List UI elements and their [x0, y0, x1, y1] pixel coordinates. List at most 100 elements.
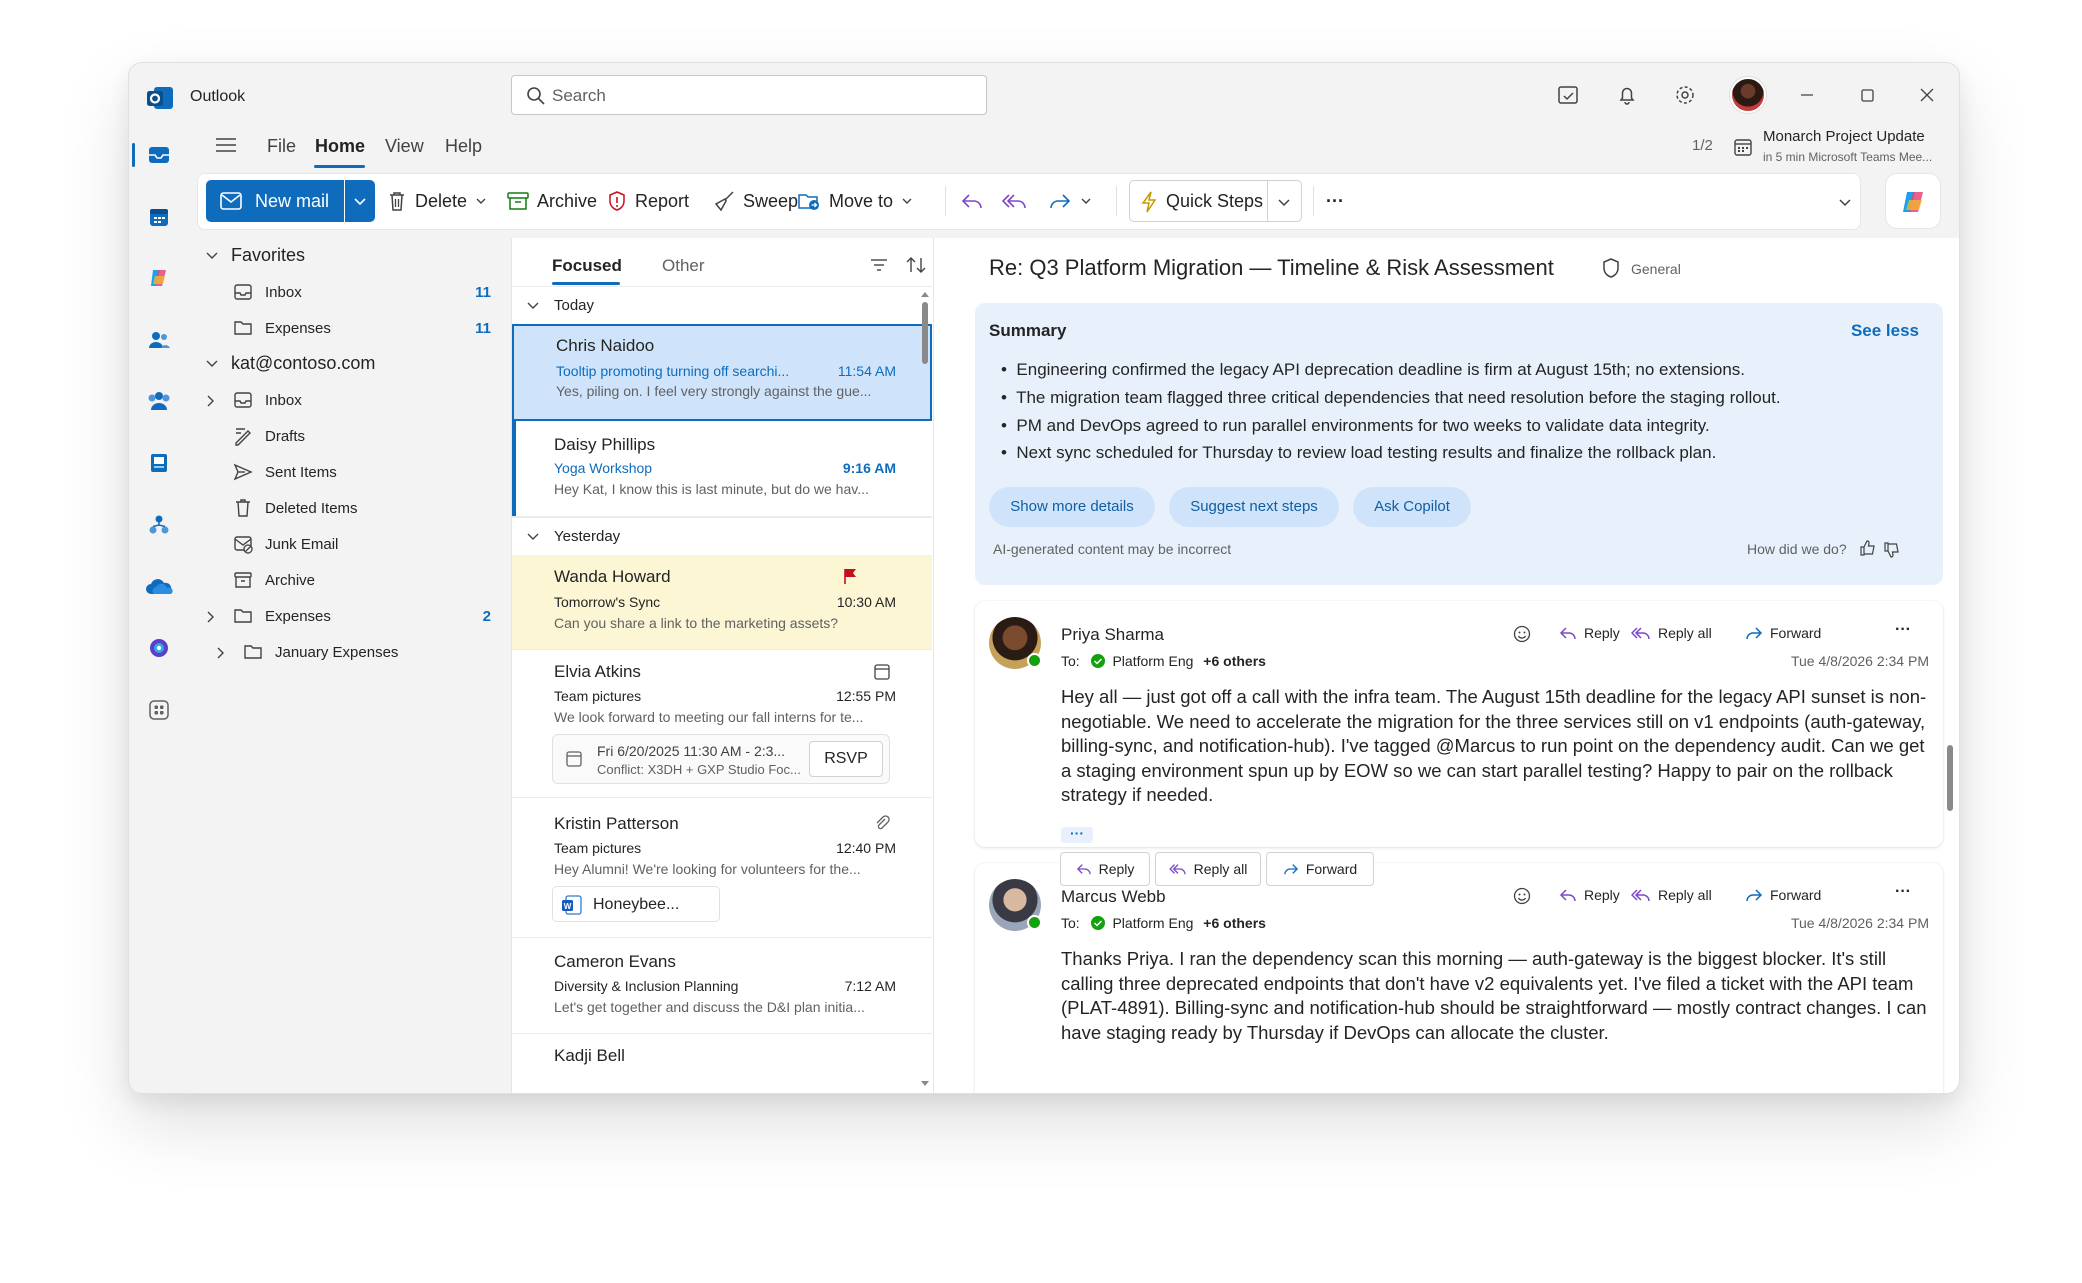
- quick-steps-button[interactable]: Quick Steps: [1129, 180, 1302, 222]
- folder-favorites-expenses[interactable]: Expenses 11: [221, 312, 491, 344]
- reply-all-action[interactable]: Reply all: [1631, 887, 1712, 903]
- rail-calendar-icon[interactable]: [129, 194, 191, 240]
- sweep-button[interactable]: Sweep: [713, 180, 798, 222]
- scroll-up-arrow-icon[interactable]: [920, 290, 930, 298]
- suggest-next-steps-button[interactable]: Suggest next steps: [1169, 487, 1339, 527]
- list-item[interactable]: Cameron Evans Diversity & Inclusion Plan…: [512, 938, 932, 1034]
- ask-copilot-button[interactable]: Ask Copilot: [1353, 487, 1471, 527]
- meeting-pager[interactable]: 1/2: [1692, 137, 1713, 154]
- folder-inbox[interactable]: Inbox: [205, 384, 491, 416]
- account-header[interactable]: kat@contoso.com: [231, 353, 375, 374]
- user-avatar[interactable]: [1730, 77, 1766, 113]
- more-options-button[interactable]: ···: [1326, 180, 1344, 222]
- close-icon[interactable]: [1913, 81, 1941, 109]
- tab-focused[interactable]: Focused: [552, 256, 622, 276]
- minimize-icon[interactable]: [1793, 81, 1821, 109]
- delete-button[interactable]: Delete: [387, 180, 487, 222]
- copilot-button[interactable]: [1885, 173, 1941, 229]
- show-more-details-button[interactable]: Show more details: [989, 487, 1155, 527]
- more-actions-icon[interactable]: ···: [1895, 883, 1911, 901]
- list-item-flagged[interactable]: Wanda Howard Tomorrow's Sync 10:30 AM Ca…: [512, 555, 932, 650]
- chevron-down-icon[interactable]: [205, 358, 219, 370]
- tab-other[interactable]: Other: [662, 256, 705, 276]
- settings-gear-icon[interactable]: [1671, 81, 1699, 109]
- more-recipients[interactable]: +6 others: [1203, 915, 1266, 931]
- folder-deleted-items[interactable]: Deleted Items: [205, 492, 491, 524]
- new-mail-button[interactable]: New mail: [206, 180, 344, 222]
- rsvp-button[interactable]: RSVP: [809, 741, 883, 777]
- maximize-icon[interactable]: [1853, 81, 1881, 109]
- reply-toolbar-button[interactable]: [960, 180, 984, 222]
- search-box[interactable]: Search: [511, 75, 987, 115]
- archive-button[interactable]: Archive: [507, 180, 597, 222]
- recipient-group[interactable]: Platform Eng: [1112, 915, 1193, 931]
- rail-copilot-icon[interactable]: [129, 255, 191, 301]
- rail-more-apps-icon[interactable]: [129, 687, 191, 733]
- report-button[interactable]: Report: [607, 180, 689, 222]
- group-header-yesterday[interactable]: Yesterday: [512, 517, 932, 555]
- folder-icon: [234, 321, 252, 335]
- rail-onedrive-icon[interactable]: [129, 563, 191, 609]
- folder-favorites-inbox[interactable]: Inbox 11: [221, 276, 491, 308]
- tab-file[interactable]: File: [267, 136, 296, 157]
- list-item[interactable]: Daisy Phillips Yoga Workshop 9:16 AM Hey…: [512, 421, 932, 517]
- notifications-bell-icon[interactable]: [1613, 81, 1641, 109]
- list-item[interactable]: Kristin Patterson Team pictures 12:40 PM…: [512, 798, 932, 938]
- scroll-down-arrow-icon[interactable]: [920, 1080, 930, 1088]
- forward-toolbar-button[interactable]: [1048, 180, 1092, 222]
- message-list-scrollbar[interactable]: [920, 290, 930, 1090]
- tab-help[interactable]: Help: [445, 136, 482, 157]
- attachment-chip[interactable]: W Honeybee...: [552, 886, 720, 922]
- sort-icon[interactable]: [905, 254, 927, 276]
- chevron-down-icon[interactable]: [205, 250, 219, 262]
- thumbs-down-icon[interactable]: [1883, 541, 1901, 559]
- folder-junk-email[interactable]: Junk Email: [205, 528, 491, 560]
- sender-name[interactable]: Marcus Webb: [1061, 887, 1166, 907]
- chevron-right-icon[interactable]: [205, 394, 217, 408]
- move-to-button[interactable]: Move to: [797, 180, 913, 222]
- rail-groups-icon[interactable]: [129, 378, 191, 424]
- forward-arrow-icon: [1284, 864, 1298, 875]
- tab-view[interactable]: View: [385, 136, 424, 157]
- reply-all-button[interactable]: Reply all: [1155, 852, 1261, 886]
- folder-archive[interactable]: Archive: [205, 564, 491, 596]
- scrollbar-thumb[interactable]: [922, 302, 928, 364]
- list-item[interactable]: Elvia Atkins Team pictures 12:55 PM We l…: [512, 650, 932, 798]
- rail-organizer-icon[interactable]: [129, 440, 191, 486]
- reply-button[interactable]: Reply: [1060, 852, 1150, 886]
- chevron-down-icon: [527, 302, 539, 309]
- forward-action[interactable]: Forward: [1745, 887, 1821, 903]
- folder-sent-items[interactable]: Sent Items: [205, 456, 491, 488]
- list-item-selected[interactable]: Chris Naidoo Tooltip promoting turning o…: [512, 324, 932, 421]
- ribbon-expand-chevron-icon[interactable]: [1838, 196, 1852, 208]
- folder-drafts[interactable]: Drafts: [205, 420, 491, 452]
- thumbs-up-icon[interactable]: [1859, 539, 1877, 557]
- list-item[interactable]: Kadji Bell: [512, 1034, 932, 1093]
- see-less-link[interactable]: See less: [1851, 321, 1919, 341]
- new-mail-dropdown-chevron-icon[interactable]: [345, 180, 375, 222]
- todo-icon[interactable]: [1554, 81, 1582, 109]
- meeting-reminder-title[interactable]: Monarch Project Update: [1763, 128, 1925, 145]
- reply-action[interactable]: Reply: [1559, 887, 1620, 903]
- message-sender: Elvia Atkins: [554, 662, 641, 681]
- filter-icon[interactable]: [869, 256, 889, 274]
- emoji-react-icon[interactable]: [1513, 887, 1531, 905]
- chevron-right-icon[interactable]: [205, 610, 217, 624]
- tab-home[interactable]: Home: [315, 136, 365, 157]
- reply-all-toolbar-button[interactable]: [1002, 180, 1028, 222]
- flag-icon[interactable]: [842, 567, 858, 585]
- rail-org-chart-icon[interactable]: [129, 502, 191, 548]
- meeting-invite-card[interactable]: Fri 6/20/2025 11:30 AM - 2:3... Conflict…: [552, 734, 890, 784]
- folder-january-expenses[interactable]: January Expenses: [215, 636, 491, 668]
- rail-people-icon[interactable]: [129, 317, 191, 363]
- hamburger-menu-icon[interactable]: [215, 135, 237, 155]
- chevron-right-icon[interactable]: [215, 646, 227, 660]
- message-date: Tue 4/8/2026 2:34 PM: [1790, 915, 1929, 931]
- folder-expenses[interactable]: Expenses 2: [205, 600, 491, 632]
- reading-pane-scrollbar-thumb[interactable]: [1947, 745, 1953, 811]
- group-header-today[interactable]: Today: [512, 286, 932, 324]
- favorites-header[interactable]: Favorites: [231, 245, 305, 266]
- rail-viva-icon[interactable]: [129, 625, 191, 671]
- forward-button[interactable]: Forward: [1266, 852, 1374, 886]
- rail-mail-icon[interactable]: [129, 132, 191, 178]
